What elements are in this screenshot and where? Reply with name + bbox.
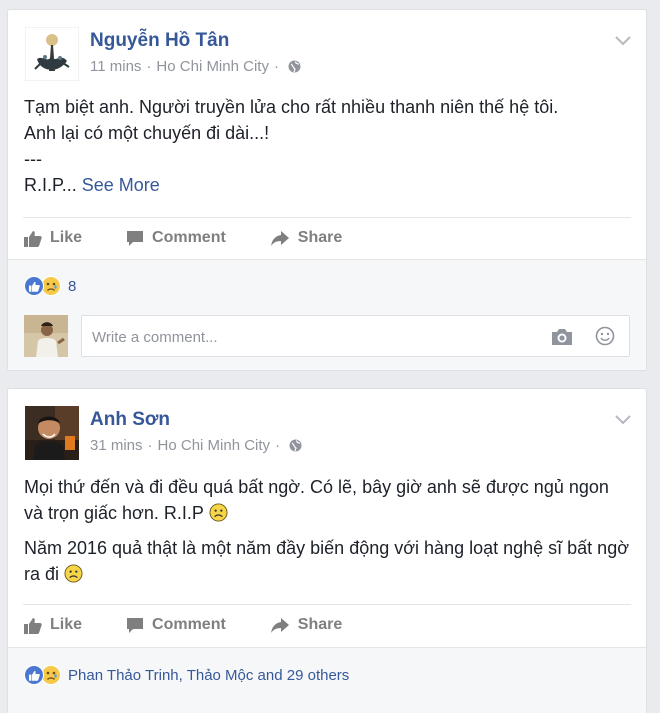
globe-icon[interactable] bbox=[289, 439, 302, 452]
post-paragraph: --- bbox=[24, 149, 42, 169]
like-reaction-icon bbox=[24, 665, 44, 685]
post-location[interactable]: Ho Chi Minh City bbox=[158, 437, 271, 454]
meta-separator: · bbox=[273, 58, 279, 75]
post-paragraph: Anh lại có một chuyến đi dài...! bbox=[24, 123, 270, 143]
comment-icon bbox=[127, 617, 144, 633]
post-body: Mọi thứ đến và đi đều quá bất ngờ. Có lẽ… bbox=[24, 474, 630, 587]
post-footer: Phan Thảo Trinh, Thảo Mộc and 29 others bbox=[8, 647, 646, 713]
post-paragraph: Năm 2016 quả thật là một năm đầy biến độ… bbox=[24, 535, 630, 587]
frown-emoji-icon bbox=[209, 503, 228, 522]
meta-separator: · bbox=[275, 437, 281, 454]
post-actions: Like Comment Share bbox=[24, 610, 386, 640]
post-footer: 8 bbox=[8, 259, 646, 370]
meta-separator: · bbox=[147, 437, 153, 454]
post-paragraph: Mọi thứ đến và đi đều quá bất ngờ. Có lẽ… bbox=[24, 474, 630, 526]
globe-icon[interactable] bbox=[288, 60, 301, 73]
post-meta: 11 mins · Ho Chi Minh City · bbox=[90, 58, 301, 75]
post-paragraph: Tạm biệt anh. Người truyền lửa cho rất n… bbox=[24, 97, 559, 117]
camera-icon[interactable] bbox=[551, 328, 573, 351]
post-truncated-line: R.I.P... bbox=[24, 175, 77, 195]
meta-separator: · bbox=[146, 58, 152, 75]
post-paragraph-text: Năm 2016 quả thật là một năm đầy biến độ… bbox=[24, 538, 630, 584]
like-button[interactable]: Like bbox=[24, 616, 82, 634]
share-label: Share bbox=[297, 229, 343, 246]
post-card: Anh Sơn 31 mins · Ho Chi Minh City · Mọi… bbox=[7, 388, 647, 713]
comment-input[interactable] bbox=[90, 316, 524, 358]
smiley-icon[interactable] bbox=[595, 326, 615, 351]
post-meta: 31 mins · Ho Chi Minh City · bbox=[90, 437, 302, 454]
reaction-names[interactable]: Phan Thảo Trinh, Thảo Mộc and 29 others bbox=[68, 667, 349, 684]
like-label: Like bbox=[50, 229, 83, 246]
post-time[interactable]: 31 mins bbox=[90, 437, 143, 454]
sad-face-icon bbox=[41, 665, 61, 685]
author-avatar[interactable] bbox=[25, 406, 79, 460]
chevron-down-icon[interactable] bbox=[614, 413, 632, 425]
post-actions: Like Comment Share bbox=[24, 223, 386, 253]
thumbs-up-icon bbox=[24, 617, 42, 634]
post-paragraph-text: Mọi thứ đến và đi đều quá bất ngờ. Có lẽ… bbox=[24, 477, 609, 523]
comment-composer bbox=[24, 315, 630, 358]
author-name[interactable]: Nguyễn Hồ Tân bbox=[90, 30, 229, 52]
reaction-count[interactable]: 8 bbox=[68, 278, 76, 295]
comment-button[interactable]: Comment bbox=[126, 229, 226, 247]
post-card: Nguyễn Hồ Tân 11 mins · Ho Chi Minh City… bbox=[7, 9, 647, 371]
frown-emoji-icon bbox=[64, 564, 83, 583]
sad-face-icon bbox=[41, 276, 61, 296]
chevron-down-icon[interactable] bbox=[614, 34, 632, 46]
author-name[interactable]: Anh Sơn bbox=[90, 409, 170, 431]
reactions-summary[interactable]: Phan Thảo Trinh, Thảo Mộc and 29 others bbox=[24, 665, 349, 685]
comment-label: Comment bbox=[152, 229, 226, 246]
share-button[interactable]: Share bbox=[270, 616, 342, 634]
post-location[interactable]: Ho Chi Minh City bbox=[156, 58, 269, 75]
reactions-summary[interactable]: 8 bbox=[24, 276, 76, 296]
comment-button[interactable]: Comment bbox=[126, 616, 226, 634]
comment-icon bbox=[127, 230, 144, 246]
divider bbox=[23, 217, 631, 218]
share-button[interactable]: Share bbox=[270, 229, 342, 247]
see-more-link[interactable]: See More bbox=[82, 175, 160, 195]
author-avatar[interactable] bbox=[25, 27, 79, 81]
commenter-avatar[interactable] bbox=[24, 315, 68, 357]
divider bbox=[23, 604, 631, 605]
share-arrow-icon bbox=[270, 617, 289, 633]
post-body: Tạm biệt anh. Người truyền lửa cho rất n… bbox=[24, 94, 630, 198]
post-time[interactable]: 11 mins bbox=[90, 58, 141, 75]
like-button[interactable]: Like bbox=[24, 229, 82, 247]
share-arrow-icon bbox=[270, 230, 289, 246]
thumbs-up-icon bbox=[24, 230, 42, 247]
like-reaction-icon bbox=[24, 276, 44, 296]
comment-box bbox=[81, 315, 630, 358]
post-paragraph: R.I.P... See More bbox=[24, 172, 630, 198]
comment-label: Comment bbox=[152, 616, 226, 633]
like-label: Like bbox=[50, 616, 83, 633]
share-label: Share bbox=[297, 616, 343, 633]
